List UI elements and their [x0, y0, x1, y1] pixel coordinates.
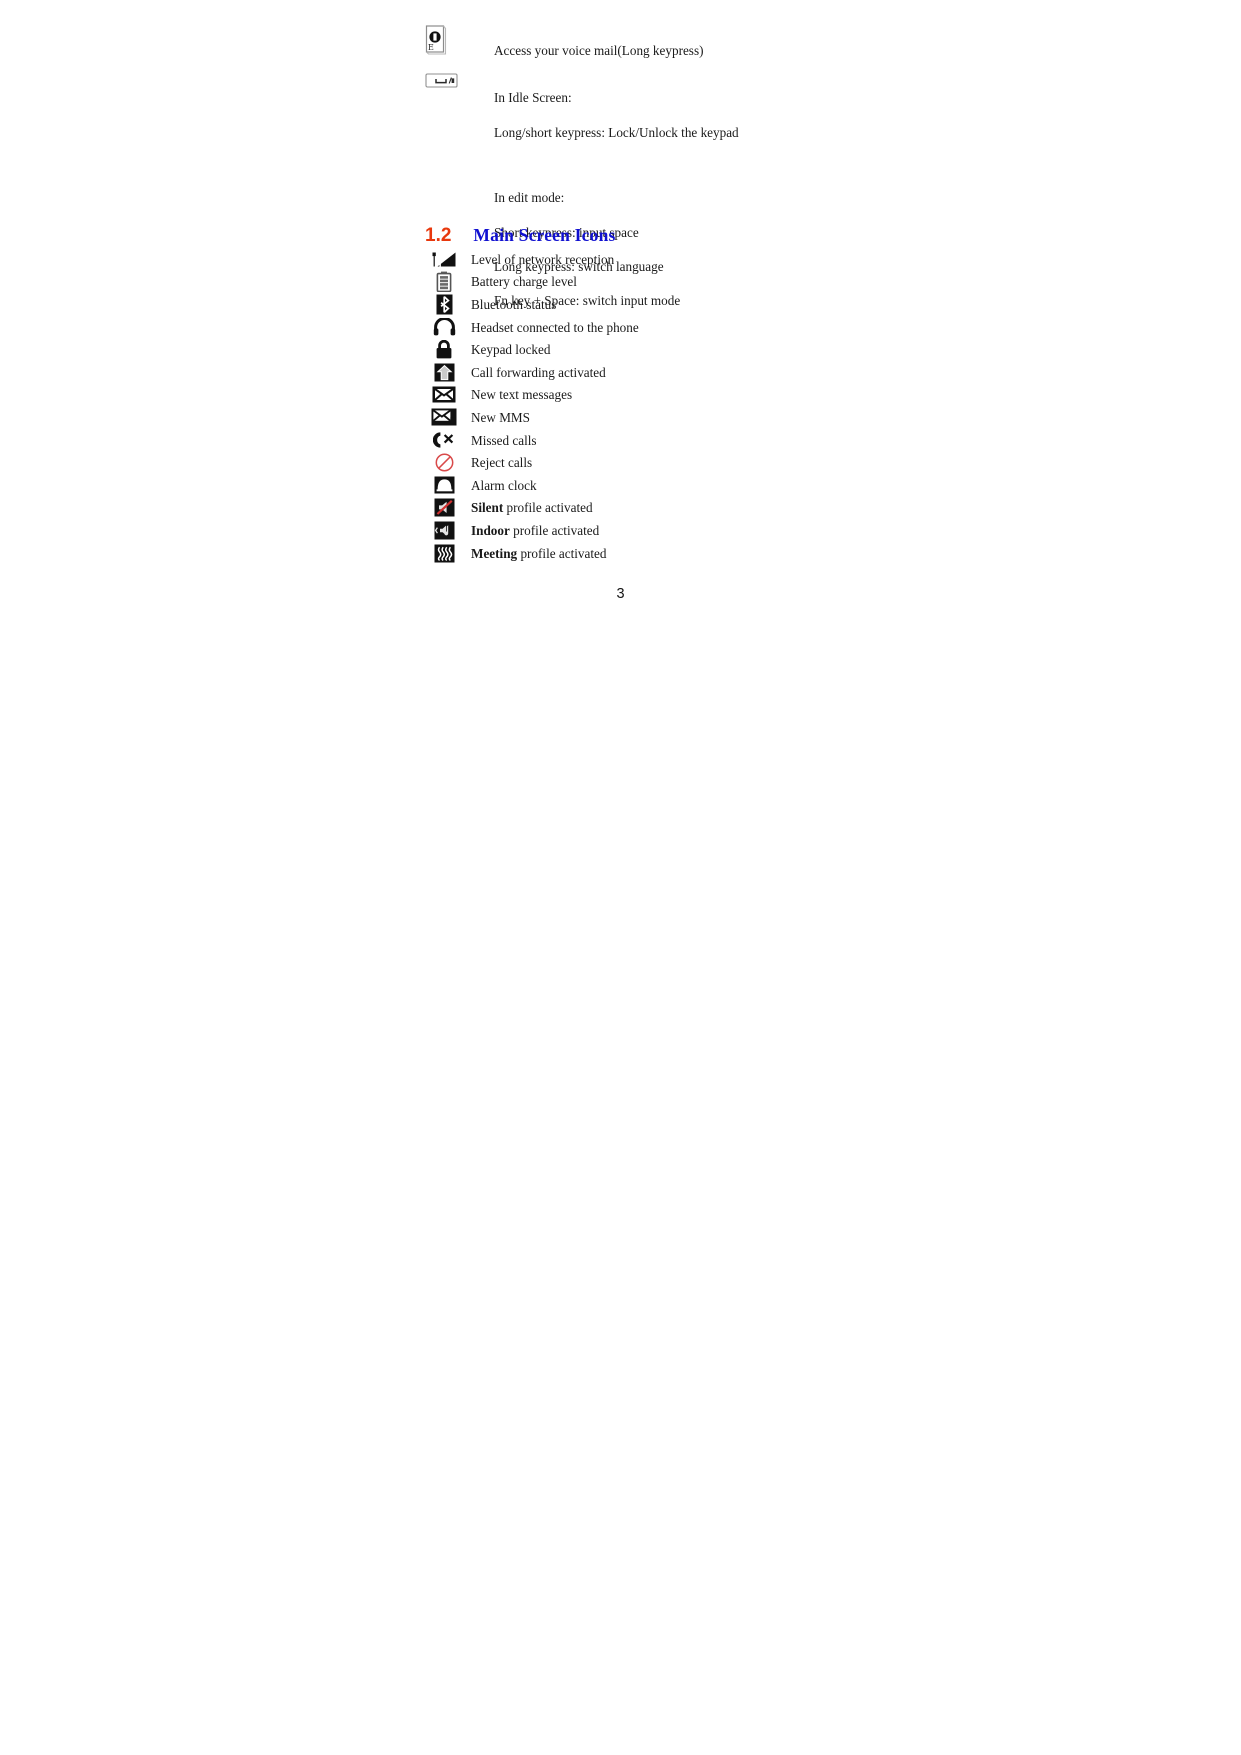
battery-icon: [425, 271, 463, 293]
list-item: Level of network reception: [425, 248, 845, 271]
label-text: Bluetooth status: [471, 296, 557, 312]
meeting-profile-icon: [425, 542, 463, 564]
list-item-label: Silent profile activated: [471, 500, 593, 515]
list-item-label: Indoor profile activated: [471, 523, 599, 538]
label-text: Headset connected to the phone: [471, 319, 639, 335]
signal-strength-icon: [425, 248, 463, 270]
key-text-line: Access your voice mail(Long keypress): [494, 43, 704, 59]
list-item: Bluetooth status: [425, 293, 845, 316]
page-number: 3: [616, 586, 625, 602]
list-item-label: New text messages: [471, 387, 572, 402]
list-item: Battery charge level: [425, 271, 845, 294]
label-text: profile activated: [517, 545, 607, 561]
list-item: Headset connected to the phone: [425, 316, 845, 339]
label-text: profile activated: [503, 500, 593, 516]
silent-profile-icon: [425, 497, 463, 519]
list-item: Call forwarding activated: [425, 361, 845, 384]
space-key-icon: [425, 72, 467, 90]
label-text: Missed calls: [471, 432, 537, 448]
list-item: Silent profile activated: [425, 497, 845, 520]
svg-text:E: E: [428, 43, 434, 52]
label-bold-prefix: Indoor: [471, 522, 510, 538]
new-mms-icon: [425, 406, 463, 428]
list-item: Keypad locked: [425, 338, 845, 361]
key-text-line: Long/short keypress: Lock/Unlock the key…: [494, 124, 739, 140]
new-sms-icon: [425, 384, 463, 406]
list-item-label: Alarm clock: [471, 478, 537, 493]
list-item-label: Bluetooth status: [471, 297, 556, 312]
bluetooth-icon: [425, 293, 463, 315]
call-forward-icon: [425, 361, 463, 383]
reject-call-icon: [425, 452, 463, 474]
document-page: E Access your voice mail(Long keypress) …: [0, 0, 1241, 1755]
section-title: Main Screen Icons: [473, 225, 616, 245]
list-item: Indoor profile activated: [425, 519, 845, 542]
label-bold-prefix: Meeting: [471, 545, 518, 561]
label-text: New MMS: [471, 409, 530, 425]
key-description-row: E Access your voice mail(Long keypress): [425, 25, 703, 77]
list-item: New MMS: [425, 406, 845, 429]
screen-icons-list: Level of network reception Battery charg…: [425, 248, 845, 564]
list-item: Alarm clock: [425, 474, 845, 497]
label-text: Reject calls: [471, 455, 533, 471]
list-item-label: Level of network reception: [471, 252, 614, 267]
list-item-label: Call forwarding activated: [471, 365, 606, 380]
voicemail-key-icon: E: [425, 25, 467, 55]
key-description-text: Access your voice mail(Long keypress): [494, 25, 703, 77]
list-item-label: Meeting profile activated: [471, 546, 606, 561]
list-item: Meeting profile activated: [425, 542, 845, 565]
label-text: profile activated: [509, 522, 600, 538]
label-text: Level of network reception: [471, 251, 615, 267]
indoor-profile-icon: [425, 519, 463, 541]
list-item: Missed calls: [425, 429, 845, 452]
list-item: New text messages: [425, 384, 845, 407]
alarm-clock-icon: [425, 474, 463, 496]
list-item-label: Battery charge level: [471, 274, 577, 289]
label-text: New text messages: [471, 387, 573, 403]
section-number: 1.2: [425, 225, 452, 246]
list-item-label: New MMS: [471, 410, 530, 425]
list-item-label: Keypad locked: [471, 342, 550, 357]
section-heading: 1.2 Main Screen Icons: [425, 225, 616, 247]
key-text-line: In edit mode:: [494, 190, 565, 206]
label-text: Alarm clock: [471, 477, 537, 493]
list-item-label: Headset connected to the phone: [471, 320, 639, 335]
padlock-icon: [425, 339, 463, 361]
label-text: Battery charge level: [471, 274, 577, 290]
label-bold-prefix: Silent: [471, 500, 504, 516]
label-text: Call forwarding activated: [471, 364, 606, 380]
list-item-label: Reject calls: [471, 455, 532, 470]
list-item: Reject calls: [425, 451, 845, 474]
list-item-label: Missed calls: [471, 433, 537, 448]
missed-call-icon: [425, 429, 463, 451]
label-text: Keypad locked: [471, 342, 551, 358]
headset-icon: [425, 316, 463, 338]
key-text-line: In Idle Screen:: [494, 90, 572, 106]
